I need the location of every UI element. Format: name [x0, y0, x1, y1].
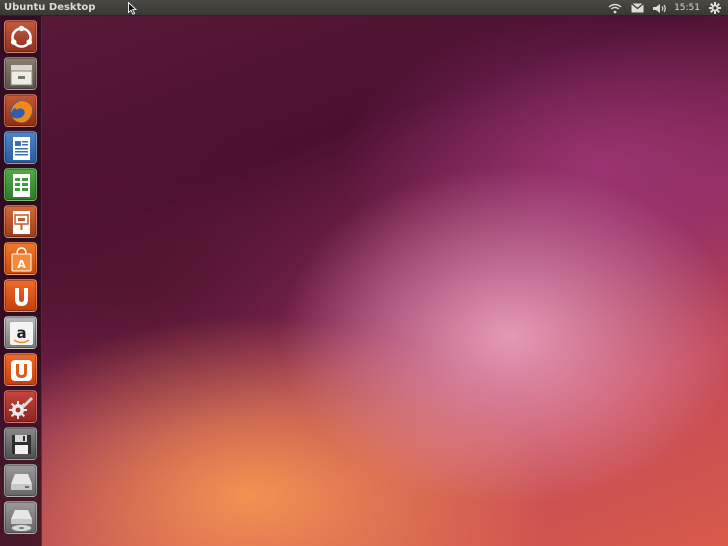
ubuntu-logo-icon [10, 25, 33, 48]
mail-icon[interactable] [626, 0, 648, 16]
mouse-cursor-icon [128, 0, 138, 19]
firefox-icon [10, 100, 33, 123]
launcher-item-floppy-drive[interactable] [4, 427, 37, 460]
launcher-item-libreoffice-impress[interactable] [4, 205, 37, 238]
launcher-item-ubuntu-one[interactable] [4, 279, 37, 312]
amazon-icon: a [10, 322, 33, 345]
floppy-disk-icon [12, 435, 31, 454]
optical-disc-icon [11, 510, 32, 532]
launcher-item-files[interactable] [4, 57, 37, 90]
desktop-wallpaper [0, 16, 728, 546]
launcher-item-storage-drive[interactable] [4, 464, 37, 497]
launcher-item-libreoffice-writer[interactable] [4, 131, 37, 164]
file-cabinet-icon [10, 65, 33, 86]
launcher-item-system-settings[interactable] [4, 390, 37, 423]
ubuntu-one-music-icon [11, 360, 32, 381]
settings-tools-icon [9, 397, 33, 419]
window-title: Ubuntu Desktop [4, 2, 96, 13]
volume-icon[interactable] [648, 0, 670, 16]
top-panel: Ubuntu Desktop 15:51 [0, 0, 728, 16]
gear-icon[interactable] [704, 0, 726, 16]
svg-text:A: A [17, 258, 26, 271]
hard-drive-icon [11, 474, 32, 490]
clock[interactable]: 15:51 [670, 0, 704, 16]
launcher-item-optical-drive[interactable] [4, 501, 37, 534]
launcher-item-dash-home[interactable] [4, 20, 37, 53]
launcher: A a [0, 16, 42, 546]
indicator-area: 15:51 [604, 0, 726, 16]
launcher-item-software-center[interactable]: A [4, 242, 37, 275]
writer-document-icon [13, 137, 30, 160]
calc-spreadsheet-icon [13, 174, 30, 197]
launcher-item-firefox[interactable] [4, 94, 37, 127]
wifi-icon[interactable] [604, 0, 626, 16]
impress-presentation-icon [13, 211, 30, 234]
launcher-item-libreoffice-calc[interactable] [4, 168, 37, 201]
ubuntu-one-icon [15, 288, 28, 306]
launcher-item-ubuntu-one-music[interactable] [4, 353, 37, 386]
svg-text:a: a [16, 324, 26, 342]
shopping-bag-icon: A [11, 247, 32, 272]
launcher-item-amazon[interactable]: a [4, 316, 37, 349]
